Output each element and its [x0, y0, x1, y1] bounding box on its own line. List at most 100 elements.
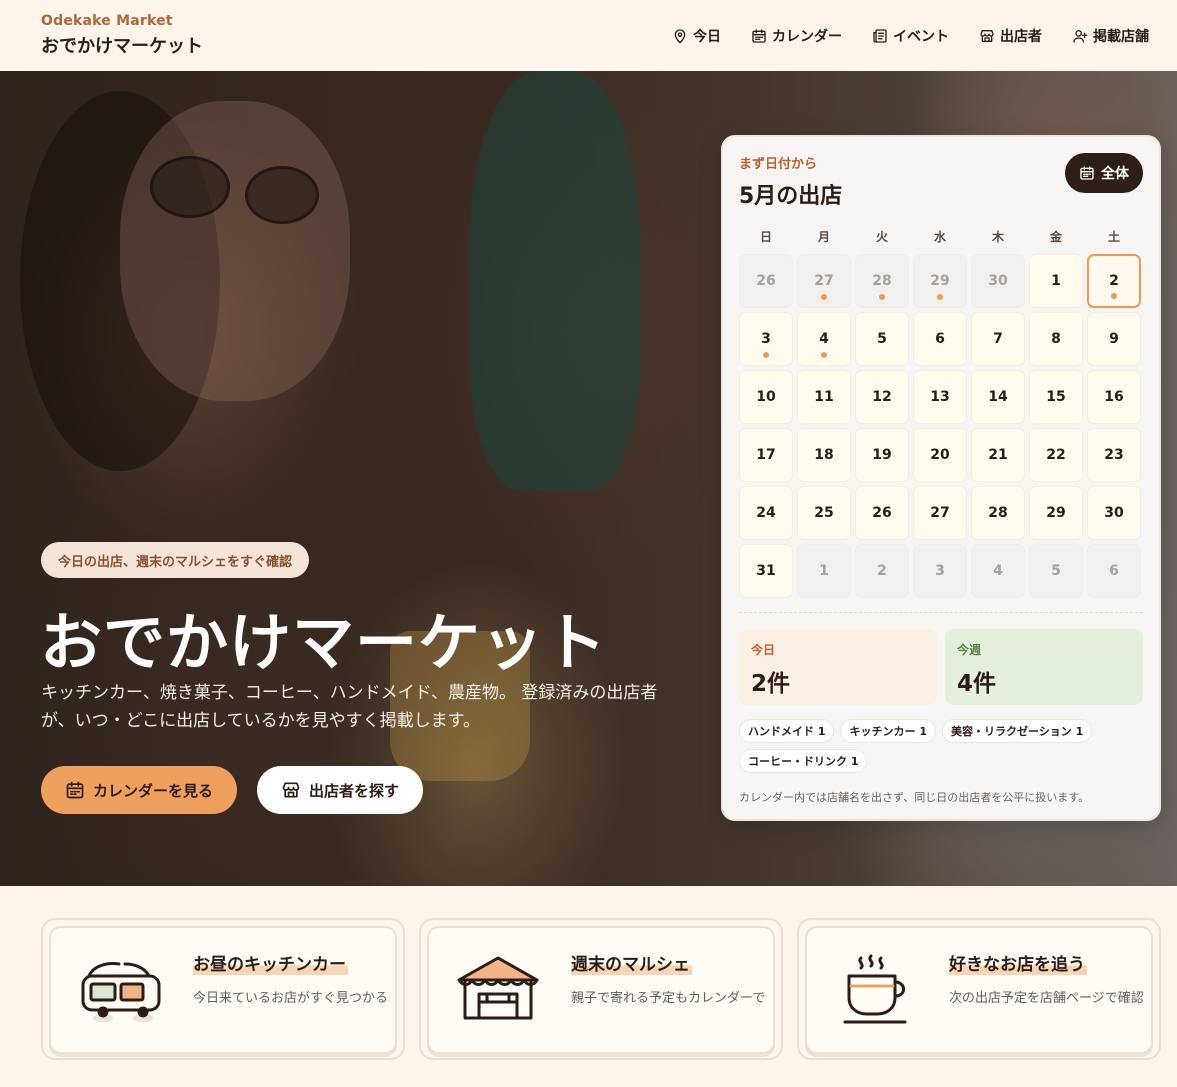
calendar-day-today[interactable]: 2: [1087, 254, 1141, 308]
feature-card-follow-shop[interactable]: 好きなお店を追う 次の出店予定を店舗ページで確認: [797, 918, 1161, 1060]
site-header: Odekake Market おでかけマーケット 今日 カレンダー イベント 出…: [0, 0, 1177, 71]
calendar-icon: [752, 28, 766, 43]
nav-events[interactable]: イベント: [872, 26, 949, 46]
nav-today[interactable]: 今日: [672, 26, 721, 46]
calendar-day-number: 13: [930, 389, 950, 405]
calendar-day[interactable]: 22: [1029, 428, 1083, 482]
hero-photo-sunglasses-right: [245, 166, 319, 224]
calendar-day-number: 28: [988, 505, 1008, 521]
brand-name-en: Odekake Market: [41, 13, 173, 29]
stat-week[interactable]: 今週 4件: [945, 629, 1143, 705]
calendar-day-number: 4: [993, 563, 1003, 579]
nav-vendors[interactable]: 出店者: [979, 26, 1042, 46]
calendar-day[interactable]: 21: [971, 428, 1025, 482]
feature-title: 週末のマルシェ: [571, 950, 692, 975]
category-tag-handmade[interactable]: ハンドメイド 1: [739, 719, 835, 743]
calendar-day-number: 27: [814, 273, 834, 289]
calendar-day[interactable]: 26: [855, 486, 909, 540]
calendar-day[interactable]: 30: [971, 254, 1025, 308]
calendar-day[interactable]: 10: [739, 370, 793, 424]
calendar-day[interactable]: 14: [971, 370, 1025, 424]
calendar-day[interactable]: 27: [913, 486, 967, 540]
calendar-day[interactable]: 28: [855, 254, 909, 308]
calendar-day-number: 29: [930, 273, 950, 289]
calendar-day[interactable]: 17: [739, 428, 793, 482]
hero-tagline-pill: 今日の出店、週末のマルシェをすぐ確認: [41, 542, 310, 578]
calendar-day[interactable]: 31: [739, 544, 793, 598]
map-pin-icon: [674, 28, 686, 43]
feature-description: 次の出店予定を店舗ページで確認: [949, 991, 1144, 1006]
calendar-day-number: 6: [935, 331, 945, 347]
calendar-day-number: 3: [935, 563, 945, 579]
category-tag-kitchen-car[interactable]: キッチンカー 1: [840, 719, 936, 743]
feature-title: 好きなお店を追う: [949, 950, 1087, 975]
nav-listed-shops[interactable]: 掲載店舗: [1072, 26, 1149, 46]
calendar-day[interactable]: 26: [739, 254, 793, 308]
feature-title: お昼のキッチンカー: [193, 950, 348, 975]
calendar-day[interactable]: 4: [971, 544, 1025, 598]
calendar-all-label: 全体: [1101, 166, 1129, 182]
calendar-day-number: 2: [877, 563, 887, 579]
calendar-day[interactable]: 1: [797, 544, 851, 598]
calendar-day-number: 24: [756, 505, 776, 521]
calendar-day[interactable]: 28: [971, 486, 1025, 540]
calendar-day[interactable]: 7: [971, 312, 1025, 366]
feature-card-weekend-marche[interactable]: 週末のマルシェ 親子で寄れる予定もカレンダーで: [419, 918, 783, 1060]
calendar-note: カレンダー内では店舗名を出さず、同じ日の出店者を公平に扱います。: [739, 791, 1090, 804]
calendar-day[interactable]: 6: [1087, 544, 1141, 598]
calendar-day[interactable]: 16: [1087, 370, 1141, 424]
category-tag-coffee[interactable]: コーヒー・ドリンク 1: [739, 749, 868, 773]
calendar-day[interactable]: 11: [797, 370, 851, 424]
calendar-day[interactable]: 8: [1029, 312, 1083, 366]
calendar-day[interactable]: 27: [797, 254, 851, 308]
feature-card-kitchen-car[interactable]: お昼のキッチンカー 今日来ているお店がすぐ見つかる: [41, 918, 405, 1060]
brand-logo[interactable]: Odekake Market おでかけマーケット: [41, 13, 203, 58]
calendar-day[interactable]: 24: [739, 486, 793, 540]
find-vendors-button[interactable]: 出店者を探す: [257, 766, 424, 814]
calendar-day[interactable]: 5: [1029, 544, 1083, 598]
calendar-icon: [66, 781, 84, 799]
calendar-day-number: 1: [1051, 273, 1061, 289]
category-tag-beauty[interactable]: 美容・リラクゼーション 1: [941, 719, 1093, 743]
calendar-day[interactable]: 29: [913, 254, 967, 308]
calendar-day[interactable]: 5: [855, 312, 909, 366]
calendar-all-button[interactable]: 全体: [1065, 153, 1143, 193]
calendar-day[interactable]: 1: [1029, 254, 1083, 308]
calendar-day[interactable]: 2: [855, 544, 909, 598]
calendar-day-number: 15: [1046, 389, 1066, 405]
coffee-cup-icon: [843, 954, 907, 1024]
hero-photo-face: [120, 101, 350, 401]
calendar-day[interactable]: 3: [739, 312, 793, 366]
calendar-day[interactable]: 29: [1029, 486, 1083, 540]
calendar-day-number: 11: [814, 389, 834, 405]
calendar-day[interactable]: 12: [855, 370, 909, 424]
calendar-day[interactable]: 15: [1029, 370, 1083, 424]
calendar-day-number: 18: [814, 447, 834, 463]
calendar-day-number: 1: [819, 563, 829, 579]
calendar-day[interactable]: 30: [1087, 486, 1141, 540]
calendar-day-number: 16: [1104, 389, 1124, 405]
calendar-day-number: 21: [988, 447, 1008, 463]
calendar-day[interactable]: 25: [797, 486, 851, 540]
calendar-day[interactable]: 6: [913, 312, 967, 366]
view-calendar-button[interactable]: カレンダーを見る: [41, 766, 238, 814]
hero-photo-sunglasses-left: [150, 156, 230, 218]
calendar-day[interactable]: 13: [913, 370, 967, 424]
calendar-day[interactable]: 18: [797, 428, 851, 482]
nav-calendar[interactable]: カレンダー: [751, 26, 842, 46]
hero-description: キッチンカー、焼き菓子、コーヒー、ハンドメイド、農産物。 登録済みの出店者が、い…: [41, 683, 658, 731]
calendar-day[interactable]: 3: [913, 544, 967, 598]
calendar-day[interactable]: 9: [1087, 312, 1141, 366]
calendar-day[interactable]: 4: [797, 312, 851, 366]
calendar-day[interactable]: 23: [1087, 428, 1141, 482]
stat-today[interactable]: 今日 2件: [739, 629, 937, 705]
calendar-day[interactable]: 20: [913, 428, 967, 482]
stat-today-value: 2件: [751, 671, 791, 697]
stat-today-label: 今日: [751, 643, 776, 657]
weekday-label: 金: [1049, 230, 1062, 244]
calendar-icon: [1080, 166, 1094, 180]
event-dot-indicator: [879, 294, 885, 300]
calendar-day[interactable]: 19: [855, 428, 909, 482]
calendar-day-number: 20: [930, 447, 950, 463]
calendar-stats: 今日 2件 今週 4件: [739, 629, 1143, 705]
